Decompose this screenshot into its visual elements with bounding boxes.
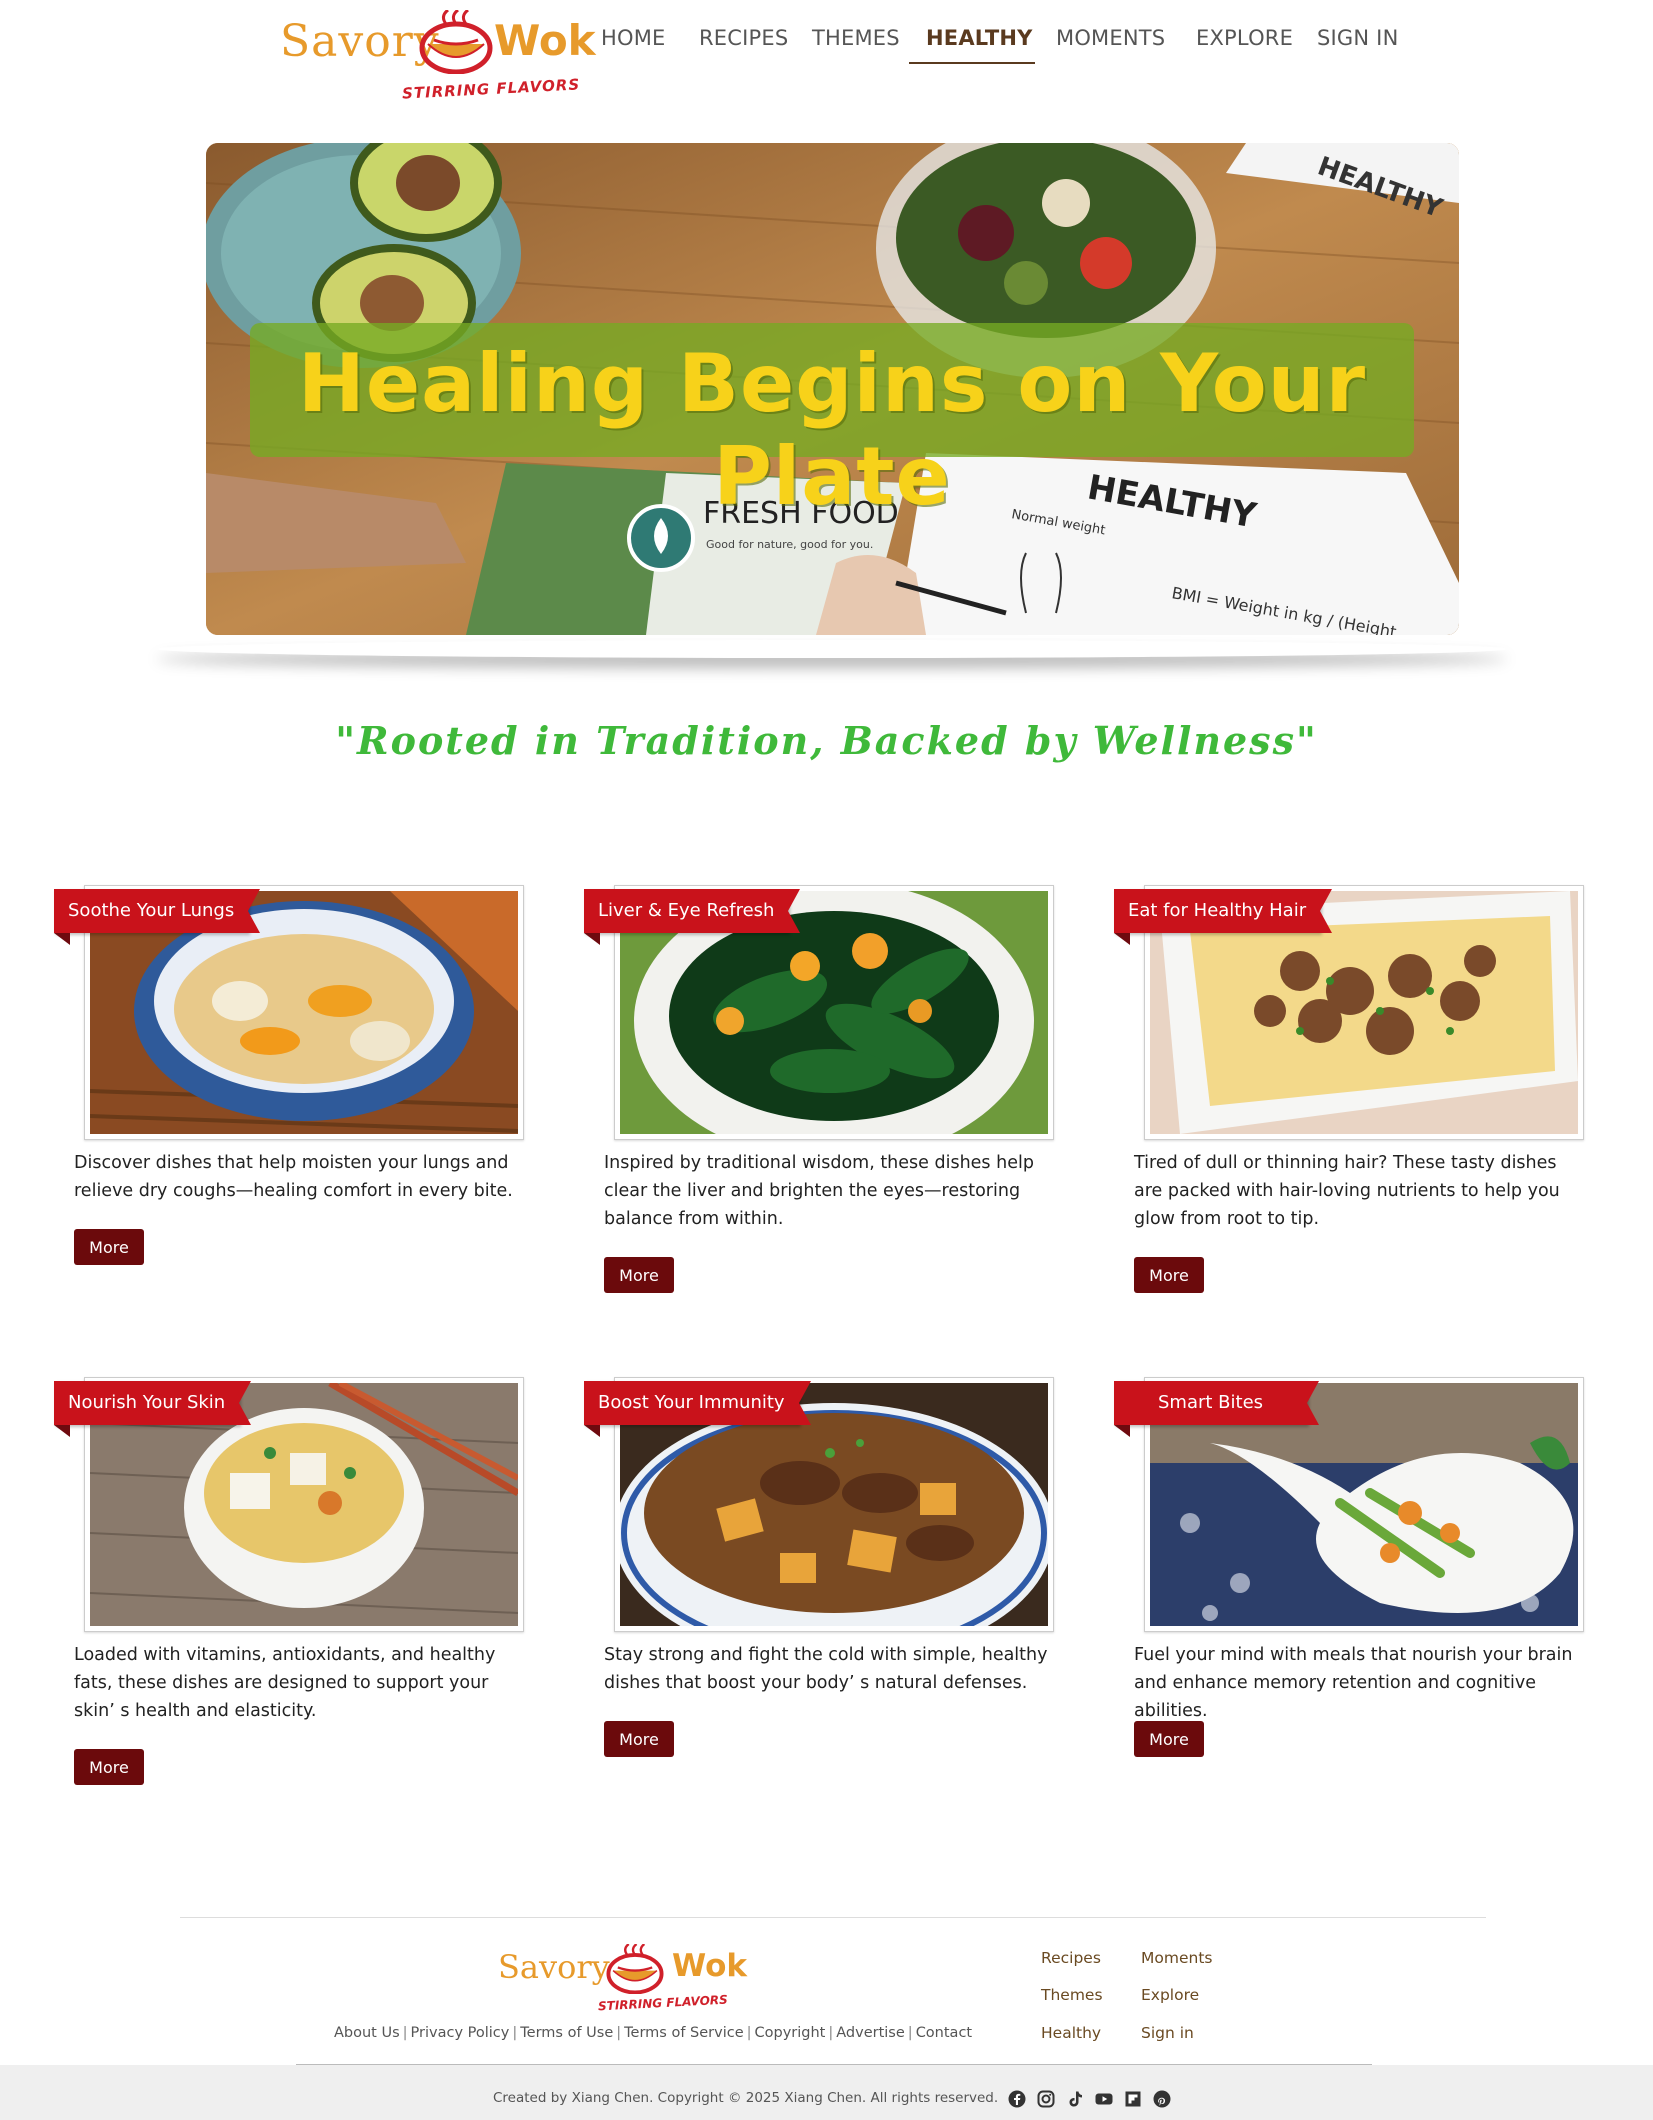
card-soothe-lungs: Soothe Your Lungs Discover dishes that h…	[54, 885, 534, 1265]
footer-link-contact[interactable]: Contact	[916, 2025, 972, 2041]
card-ribbon: Smart Bites	[1114, 1381, 1320, 1437]
card-ribbon: Eat for Healthy Hair	[1114, 889, 1333, 945]
wok-bowl-icon	[606, 1944, 664, 1994]
instagram-icon[interactable]	[1037, 2090, 1055, 2108]
card-more-button[interactable]: More	[1134, 1721, 1204, 1757]
card-nourish-skin: Nourish Your Skin Loaded with vitamins, …	[54, 1377, 534, 1787]
card-more-button[interactable]: More	[74, 1749, 144, 1785]
nav-moments[interactable]: MOMENTS	[1056, 26, 1165, 50]
card-description: Loaded with vitamins, antioxidants, and …	[74, 1645, 496, 1721]
nav-healthy[interactable]: HEALTHY	[926, 26, 1033, 50]
footer-nav-recipes[interactable]: Recipes	[1041, 1949, 1101, 1967]
card-ribbon: Liver & Eye Refresh	[584, 889, 801, 945]
hero-card-subtext: Good for nature, good for you.	[706, 538, 873, 551]
hero-title: Healing Begins on Your Plate	[297, 337, 1367, 523]
nav-active-underline	[909, 62, 1035, 64]
footer-legal-links: About Us | Privacy Policy | Terms of Use | Ter…	[334, 2025, 973, 2041]
footer-link-about-us[interactable]: About Us	[334, 2025, 400, 2041]
nav-recipes[interactable]: RECIPES	[699, 26, 788, 50]
facebook-icon[interactable]	[1008, 2090, 1026, 2108]
logo-word-savory: Savory	[280, 16, 440, 67]
footer-nav-themes[interactable]: Themes	[1041, 1986, 1103, 2004]
logo-tagline: STIRRING FLAVORS	[401, 75, 581, 103]
footer-nav-moments[interactable]: Moments	[1141, 1949, 1212, 1967]
footer-link-terms-of-service[interactable]: Terms of Service	[624, 2025, 743, 2041]
hero-title-panel: Healing Begins on Your Plate	[250, 323, 1414, 523]
card-description: Stay strong and fight the cold with simp…	[604, 1645, 1048, 1693]
footer-link-advertise[interactable]: Advertise	[836, 2025, 905, 2041]
card-ribbon: Nourish Your Skin	[54, 1381, 252, 1437]
copyright-text: Created by Xiang Chen. Copyright © 2025 …	[493, 2090, 999, 2106]
flipboard-icon[interactable]	[1124, 2090, 1142, 2108]
card-more-button[interactable]: More	[604, 1257, 674, 1293]
tiktok-icon[interactable]	[1066, 2090, 1084, 2108]
footer-logo[interactable]: Savory Wok STIRRING FLAVORS	[496, 1944, 756, 2014]
footer-nav-explore[interactable]: Explore	[1141, 1986, 1199, 2004]
footer-nav-sign-in[interactable]: Sign in	[1141, 2024, 1194, 2042]
card-description: Tired of dull or thinning hair? These ta…	[1134, 1153, 1560, 1229]
card-description: Discover dishes that help moisten your l…	[74, 1153, 513, 1201]
footer-link-privacy-policy[interactable]: Privacy Policy	[411, 2025, 510, 2041]
pinterest-icon[interactable]	[1153, 2090, 1171, 2108]
card-liver-eye: Liver & Eye Refresh Inspired by traditio…	[584, 885, 1064, 1295]
slogan: "Rooted in Tradition, Backed by Wellness…	[335, 718, 1318, 763]
footer-logo-word-savory: Savory	[498, 1948, 610, 1986]
card-more-button[interactable]: More	[1134, 1257, 1204, 1293]
card-more-button[interactable]: More	[74, 1229, 144, 1265]
footer-logo-word-wok: Wok	[672, 1948, 748, 1984]
nav-themes[interactable]: THEMES	[812, 26, 900, 50]
footer-divider	[180, 1917, 1486, 1918]
nav-sign-in[interactable]: SIGN IN	[1317, 26, 1398, 50]
card-description: Inspired by traditional wisdom, these di…	[604, 1153, 1034, 1229]
wok-bowl-icon	[419, 10, 493, 74]
card-description: Fuel your mind with meals that nourish y…	[1134, 1645, 1573, 1721]
footer-nav-healthy[interactable]: Healthy	[1041, 2024, 1101, 2042]
nav-explore[interactable]: EXPLORE	[1196, 26, 1293, 50]
card-ribbon: Soothe Your Lungs	[54, 889, 261, 945]
hero-banner: HEALTHY FRESH FOOD Good for nature, good…	[206, 143, 1459, 635]
card-ribbon: Boost Your Immunity	[584, 1381, 811, 1437]
footer-logo-tagline: STIRRING FLAVORS	[597, 1992, 729, 2014]
card-smart-bites: Smart Bites Fuel your mind with meals th…	[1114, 1377, 1594, 1757]
card-healthy-hair: Eat for Healthy Hair Tired of dull or th…	[1114, 885, 1594, 1295]
logo-word-wok: Wok	[494, 16, 596, 65]
footer-link-terms-of-use[interactable]: Terms of Use	[520, 2025, 613, 2041]
site-logo[interactable]: Savory Wok STIRRING FLAVORS	[276, 8, 596, 103]
card-boost-immunity: Boost Your Immunity Stay strong and figh…	[584, 1377, 1064, 1757]
card-more-button[interactable]: More	[604, 1721, 674, 1757]
nav-home[interactable]: HOME	[601, 26, 666, 50]
footer-link-copyright[interactable]: Copyright	[755, 2025, 826, 2041]
youtube-icon[interactable]	[1095, 2090, 1113, 2108]
hero-shadow	[156, 640, 1508, 658]
